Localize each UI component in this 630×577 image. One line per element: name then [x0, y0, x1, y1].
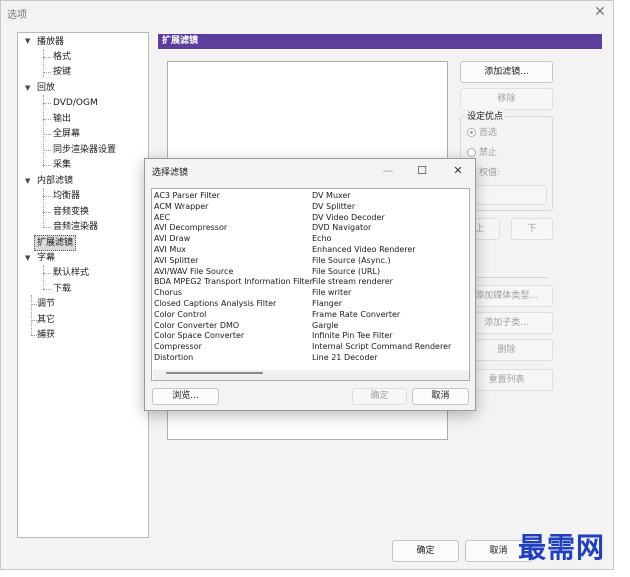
filter-list-item[interactable]: AVI Draw [154, 234, 190, 244]
filter-list-item[interactable]: File writer [312, 288, 351, 298]
block-label: 禁止 [479, 148, 498, 158]
filter-list-item[interactable]: Flanger [312, 299, 342, 309]
filter-list-item[interactable]: AC3 Parser Filter [154, 191, 220, 201]
tree-connector [43, 134, 51, 135]
tree-item-dvd-ogm[interactable]: DVD/OGM [53, 96, 98, 110]
filter-list-item[interactable]: Line 21 Decoder [312, 353, 378, 363]
close-icon[interactable]: ✕ [589, 1, 611, 23]
tree-connector [43, 188, 44, 228]
tree-item-audio-renderer[interactable]: 音频渲染器 [53, 220, 98, 234]
prefer-radio[interactable] [467, 128, 476, 137]
filter-list-item[interactable]: Closed Captions Analysis Filter [154, 299, 276, 309]
filter-list-item[interactable]: Compressor [154, 342, 202, 352]
tree-item-external-filters[interactable]: 扩展滤镜 [34, 235, 77, 251]
filter-list-item[interactable]: DV Muxer [312, 191, 351, 201]
scrollbar-thumb[interactable] [166, 372, 263, 374]
dialog-ok-button[interactable]: 确定 [352, 388, 407, 405]
filter-list-item[interactable]: AVI Mux [154, 245, 186, 255]
filter-list-item[interactable]: Color Control [154, 310, 206, 320]
filter-list-item[interactable]: Color Converter DMO [154, 321, 239, 331]
tree-connector [43, 289, 51, 290]
filter-list-item[interactable]: File Source (URL) [312, 267, 380, 277]
page-header: 扩展滤镜 [158, 34, 602, 49]
ok-button[interactable]: 确定 [392, 540, 459, 562]
filter-list-item[interactable]: File stream renderer [312, 277, 393, 287]
tree-item-misc[interactable]: 其它 [37, 313, 55, 327]
chevron-down-icon[interactable]: ▼ [25, 37, 30, 45]
filter-list-item[interactable]: Distortion [154, 353, 193, 363]
filter-list-item[interactable]: DV Splitter [312, 202, 355, 212]
tree-item-internal-filters[interactable]: 内部滤镜 [37, 174, 73, 188]
tree-connector [43, 265, 44, 289]
tree-connector [43, 227, 51, 228]
watermark-logo: 最需网 [518, 531, 606, 564]
filter-list-item[interactable]: AVI Decompressor [154, 223, 227, 233]
tree-item-sync-renderer[interactable]: 同步渲染器设置 [53, 143, 116, 157]
filter-list-item[interactable]: Infinite Pin Tee Filter [312, 331, 393, 341]
tree-connector [31, 295, 32, 335]
priority-group-label: 设定优点 [465, 109, 506, 122]
merit-field[interactable] [467, 185, 547, 205]
tree-connector [43, 72, 51, 73]
add-filter-button[interactable]: 添加滤镜... [460, 61, 553, 83]
tree-item-fullscreen[interactable]: 全屏幕 [53, 127, 80, 141]
minimize-icon[interactable]: — [377, 161, 399, 181]
tree-item-default-style[interactable]: 默认样式 [53, 266, 89, 280]
maximize-icon[interactable]: ☐ [411, 161, 433, 181]
filter-list-item[interactable]: AVI Splitter [154, 256, 198, 266]
prefer-label: 首选 [479, 128, 498, 138]
filter-list-item[interactable]: DVD Navigator [312, 223, 371, 233]
filter-list-item[interactable]: BDA MPEG2 Transport Information Filter [154, 277, 313, 287]
tree-item-download[interactable]: 下载 [53, 282, 71, 296]
tree-item-capture-2[interactable]: 捕获 [37, 328, 55, 342]
filter-list-item[interactable]: ACM Wrapper [154, 202, 208, 212]
tree-item-player[interactable]: 播放器 [37, 35, 64, 49]
options-tree[interactable]: ▼ 播放器 格式 按键 ▼ 回放 DVD/OGM 输出 全屏幕 同步渲染器设置 … [17, 32, 149, 538]
tree-item-audio-switcher[interactable]: 音频变换 [53, 205, 89, 219]
block-radio[interactable] [467, 148, 476, 157]
tree-item-formats[interactable]: 格式 [53, 50, 71, 64]
filter-list-item[interactable]: Chorus [154, 288, 182, 298]
chevron-down-icon[interactable]: ▼ [25, 177, 30, 185]
dialog-cancel-button[interactable]: 取消 [412, 388, 469, 405]
tree-connector [43, 150, 51, 151]
tree-connector [43, 103, 51, 104]
tree-connector [43, 119, 51, 120]
tree-item-playback[interactable]: 回放 [37, 81, 55, 95]
tree-item-capture[interactable]: 采集 [53, 158, 71, 172]
chevron-down-icon[interactable]: ▼ [25, 84, 30, 92]
tree-item-equalizer[interactable]: 均衡器 [53, 189, 80, 203]
filter-list-item[interactable]: File Source (Async.) [312, 256, 391, 266]
tree-item-output[interactable]: 输出 [53, 112, 71, 126]
filter-list-item[interactable]: Echo [312, 234, 331, 244]
filter-list-item[interactable]: Frame Rate Converter [312, 310, 400, 320]
remove-button[interactable]: 移除 [460, 88, 553, 110]
dialog-title: 选择滤镜 [152, 168, 189, 178]
select-filter-dialog: 选择滤镜 — ☐ ✕ AC3 Parser Filter ACM Wrapper A… [144, 158, 476, 411]
tree-connector [43, 57, 51, 58]
tree-item-subtitles[interactable]: 字幕 [37, 251, 55, 265]
filter-list[interactable]: AC3 Parser Filter ACM Wrapper AEC AVI Decom… [151, 188, 470, 381]
filter-list-item[interactable]: AEC [154, 213, 170, 223]
window-title: 选项 [7, 10, 27, 21]
tree-item-tweaks[interactable]: 调节 [37, 297, 55, 311]
filter-list-item[interactable]: DV Video Decoder [312, 213, 385, 223]
filter-list-item[interactable]: Enhanced Video Renderer [312, 245, 416, 255]
down-button[interactable]: 下 [511, 218, 553, 240]
filter-list-item[interactable]: Internal Script Command Renderer [312, 342, 451, 352]
close-icon[interactable]: ✕ [447, 161, 469, 181]
browse-button[interactable]: 浏览... [152, 388, 219, 405]
tree-connector [43, 196, 51, 197]
tree-item-keys[interactable]: 按键 [53, 65, 71, 79]
filter-list-item[interactable]: Color Space Converter [154, 331, 244, 341]
filter-list-item[interactable]: AVI/WAV File Source [154, 267, 233, 277]
filter-list-item[interactable]: Gargle [312, 321, 338, 331]
tree-connector [43, 273, 51, 274]
tree-connector [43, 95, 44, 167]
tree-connector [43, 212, 51, 213]
tree-connector [43, 165, 51, 166]
merit-label: 权值: [479, 168, 501, 178]
chevron-down-icon[interactable]: ▼ [25, 254, 30, 262]
